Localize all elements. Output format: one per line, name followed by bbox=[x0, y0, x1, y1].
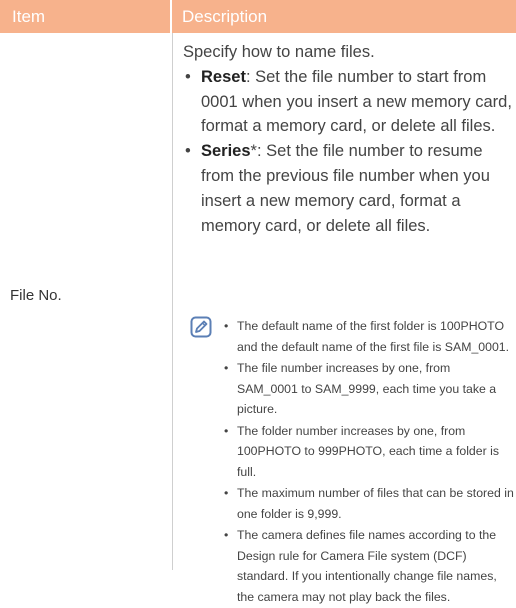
column-divider bbox=[172, 33, 173, 570]
description-cell: Specify how to name files. Reset: Set th… bbox=[183, 40, 513, 238]
settings-table: Item Description File No. Specify how to… bbox=[0, 0, 516, 604]
note-item: The default name of the first folder is … bbox=[224, 316, 514, 357]
item-name: File No. bbox=[10, 287, 62, 304]
note-item: The maximum number of files that can be … bbox=[224, 483, 514, 524]
table-header: Item Description bbox=[0, 0, 516, 33]
note-item: The camera defines file names according … bbox=[224, 525, 514, 607]
note-list: The default name of the first folder is … bbox=[224, 316, 514, 608]
description-intro: Specify how to name files. bbox=[183, 43, 375, 61]
option-list: Reset: Set the file number to start from… bbox=[183, 65, 513, 239]
note-item: The folder number increases by one, from… bbox=[224, 421, 514, 483]
option-item: Series*: Set the file number to resume f… bbox=[183, 139, 513, 238]
option-text: : Set the file number to start from 0001… bbox=[201, 67, 512, 136]
option-item: Reset: Set the file number to start from… bbox=[183, 65, 513, 139]
note-item: The file number increases by one, from S… bbox=[224, 358, 514, 420]
option-term: Series bbox=[201, 142, 251, 161]
column-header-item: Item bbox=[0, 0, 170, 33]
option-term: Reset bbox=[201, 67, 246, 86]
note-pencil-icon bbox=[190, 316, 212, 338]
column-header-description: Description bbox=[172, 0, 516, 33]
